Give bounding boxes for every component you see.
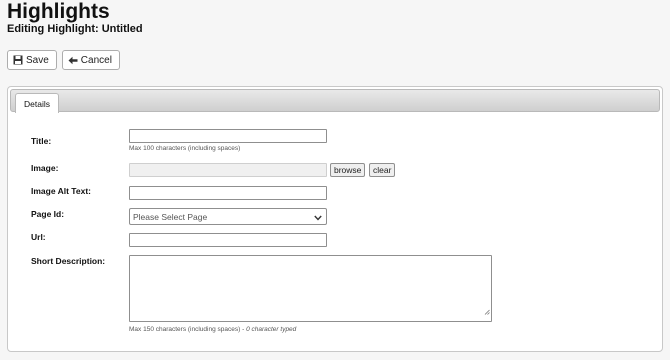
alt-text-input[interactable] <box>129 186 327 200</box>
resize-grip-icon[interactable] <box>484 302 490 320</box>
short-description-hint-text: Max 150 characters (including spaces) - <box>129 326 247 333</box>
details-panel: Details Title: Max 100 characters (inclu… <box>7 86 663 352</box>
tab-bar: Details <box>10 89 660 113</box>
title-hint: Max 100 characters (including spaces) <box>129 145 241 152</box>
page-title: Highlights <box>7 0 110 23</box>
short-description-textarea[interactable] <box>129 255 492 322</box>
cancel-button-label: Cancel <box>80 54 112 66</box>
page-id-selected: Please Select Page <box>133 211 208 222</box>
character-count: 0 character typed <box>246 326 297 333</box>
cancel-button[interactable]: Cancel <box>61 50 120 70</box>
url-input[interactable] <box>129 233 327 247</box>
toolbar: Save Cancel <box>7 50 120 70</box>
page-id-select[interactable]: Please Select Page <box>129 208 327 225</box>
page-id-label: Page Id: <box>31 209 65 219</box>
title-input[interactable] <box>129 129 327 143</box>
page-subtitle: Editing Highlight: Untitled <box>7 23 143 35</box>
arrow-left-icon <box>68 56 78 65</box>
url-label: Url: <box>31 232 46 242</box>
browse-button[interactable]: browse <box>330 163 366 177</box>
clear-button[interactable]: clear <box>369 163 396 177</box>
short-description-label: Short Description: <box>31 256 106 266</box>
alt-text-label: Image Alt Text: <box>31 186 91 196</box>
save-icon <box>13 55 23 65</box>
save-button-label: Save <box>26 54 49 66</box>
save-button[interactable]: Save <box>7 50 57 70</box>
image-label: Image: <box>31 163 59 173</box>
image-field <box>129 163 327 177</box>
short-description-hint: Max 150 characters (including spaces) - … <box>129 326 296 333</box>
title-label: Title: <box>31 136 52 146</box>
tab-details[interactable]: Details <box>15 93 59 113</box>
chevron-down-icon <box>314 213 322 223</box>
